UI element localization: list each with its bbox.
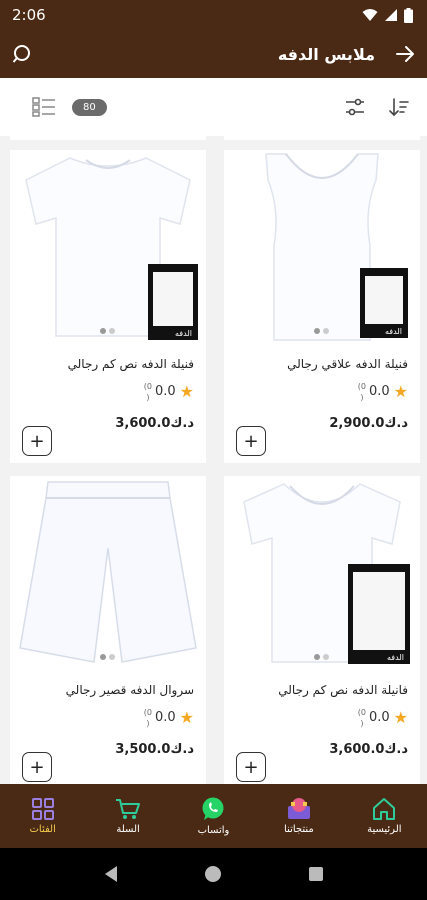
nav-item-cart[interactable]: السلة <box>85 784 170 848</box>
review-count: (0) <box>143 708 152 728</box>
nav-label: الفئات <box>29 824 56 835</box>
battery-icon <box>404 7 413 23</box>
product-card[interactable]: الدفه فانيلة الدفه نص كم رجالي ★ 0.0 (0)… <box>224 476 420 784</box>
product-rating: ★ 0.0 <box>369 382 408 401</box>
products-icon <box>287 798 310 819</box>
product-card[interactable]: الدفه فنيلة الدفه نص كم رجالي ★ 0.0 (0) … <box>10 150 206 463</box>
star-icon: ★ <box>179 708 194 727</box>
nav-item-categories[interactable]: الفئات <box>0 784 85 848</box>
product-price: د.ك3,600.0 <box>115 416 194 431</box>
nav-label: السلة <box>116 824 140 835</box>
status-time: 2:06 <box>12 6 46 24</box>
system-recents-icon[interactable] <box>308 866 324 882</box>
app-bar: ملابس الدفه <box>0 30 427 78</box>
add-to-cart-button[interactable]: + <box>236 752 266 782</box>
product-count-badge: 80 <box>72 98 107 116</box>
product-name: سروال الدفه قصير رجالي <box>65 683 194 697</box>
rating-value: 0.0 <box>154 710 176 725</box>
product-card-partial[interactable] <box>224 136 420 140</box>
image-pager-dots[interactable] <box>100 328 115 334</box>
cart-icon <box>116 799 141 819</box>
categories-icon <box>31 798 54 820</box>
rating-value: 0.0 <box>154 384 176 399</box>
product-rating: ★ 0.0 <box>155 382 194 401</box>
back-arrow-icon[interactable] <box>395 45 415 63</box>
product-card[interactable]: سروال الدفه قصير رجالي ★ 0.0 (0) د.ك3,50… <box>10 476 206 784</box>
rating-value: 0.0 <box>368 710 390 725</box>
add-to-cart-button[interactable]: + <box>22 752 52 782</box>
search-icon[interactable] <box>12 43 34 65</box>
add-to-cart-button[interactable]: + <box>22 426 52 456</box>
product-rating: ★ 0.0 <box>155 708 194 727</box>
rating-value: 0.0 <box>368 384 390 399</box>
system-back-icon[interactable] <box>103 865 119 883</box>
product-name: فانيلة الدفه نص كم رجالي <box>278 683 408 697</box>
image-pager-dots[interactable] <box>314 328 329 334</box>
bottom-nav: الرئيسية منتجاتنا واتساب السلة الفئات <box>0 784 427 848</box>
list-view-icon[interactable] <box>32 97 56 117</box>
product-card-partial[interactable] <box>10 136 206 140</box>
product-image <box>19 481 197 663</box>
toolbar: 80 <box>0 78 427 136</box>
page-title: ملابس الدفه <box>277 44 375 64</box>
review-count: (0) <box>357 708 366 728</box>
system-nav-bar <box>0 848 427 900</box>
product-grid: الدفه فنيلة الدفه علاقي رجالي ★ 0.0 (0) … <box>0 136 427 784</box>
filter-icon[interactable] <box>345 98 365 116</box>
cellular-icon <box>385 9 397 21</box>
system-home-icon[interactable] <box>204 865 222 883</box>
nav-label: الرئيسية <box>367 824 402 835</box>
product-price: د.ك3,600.0 <box>329 742 408 757</box>
star-icon: ★ <box>393 708 408 727</box>
product-name: فنيلة الدفه علاقي رجالي <box>287 357 408 371</box>
review-count: (0) <box>357 382 366 402</box>
nav-item-home[interactable]: الرئيسية <box>342 784 427 848</box>
review-count: (0) <box>143 382 152 402</box>
star-icon: ★ <box>179 382 194 401</box>
image-pager-dots[interactable] <box>100 654 115 660</box>
whatsapp-icon <box>202 797 224 820</box>
product-card[interactable]: الدفه فنيلة الدفه علاقي رجالي ★ 0.0 (0) … <box>224 150 420 463</box>
nav-label: منتجاتنا <box>284 824 314 835</box>
product-rating: ★ 0.0 <box>369 708 408 727</box>
product-package-image: الدفه <box>348 564 410 664</box>
home-icon <box>373 798 396 820</box>
star-icon: ★ <box>393 382 408 401</box>
nav-item-whatsapp[interactable]: واتساب <box>171 784 256 848</box>
nav-item-products[interactable]: منتجاتنا <box>256 784 341 848</box>
wifi-icon <box>362 9 378 21</box>
product-name: فنيلة الدفه نص كم رجالي <box>67 357 194 371</box>
nav-label: واتساب <box>197 825 230 836</box>
sort-icon[interactable] <box>389 97 409 117</box>
add-to-cart-button[interactable]: + <box>236 426 266 456</box>
product-package-image: الدفه <box>148 264 198 340</box>
status-bar: 2:06 <box>0 0 427 30</box>
product-package-image: الدفه <box>360 268 408 338</box>
image-pager-dots[interactable] <box>314 654 329 660</box>
product-price: د.ك2,900.0 <box>329 416 408 431</box>
product-price: د.ك3,500.0 <box>115 742 194 757</box>
